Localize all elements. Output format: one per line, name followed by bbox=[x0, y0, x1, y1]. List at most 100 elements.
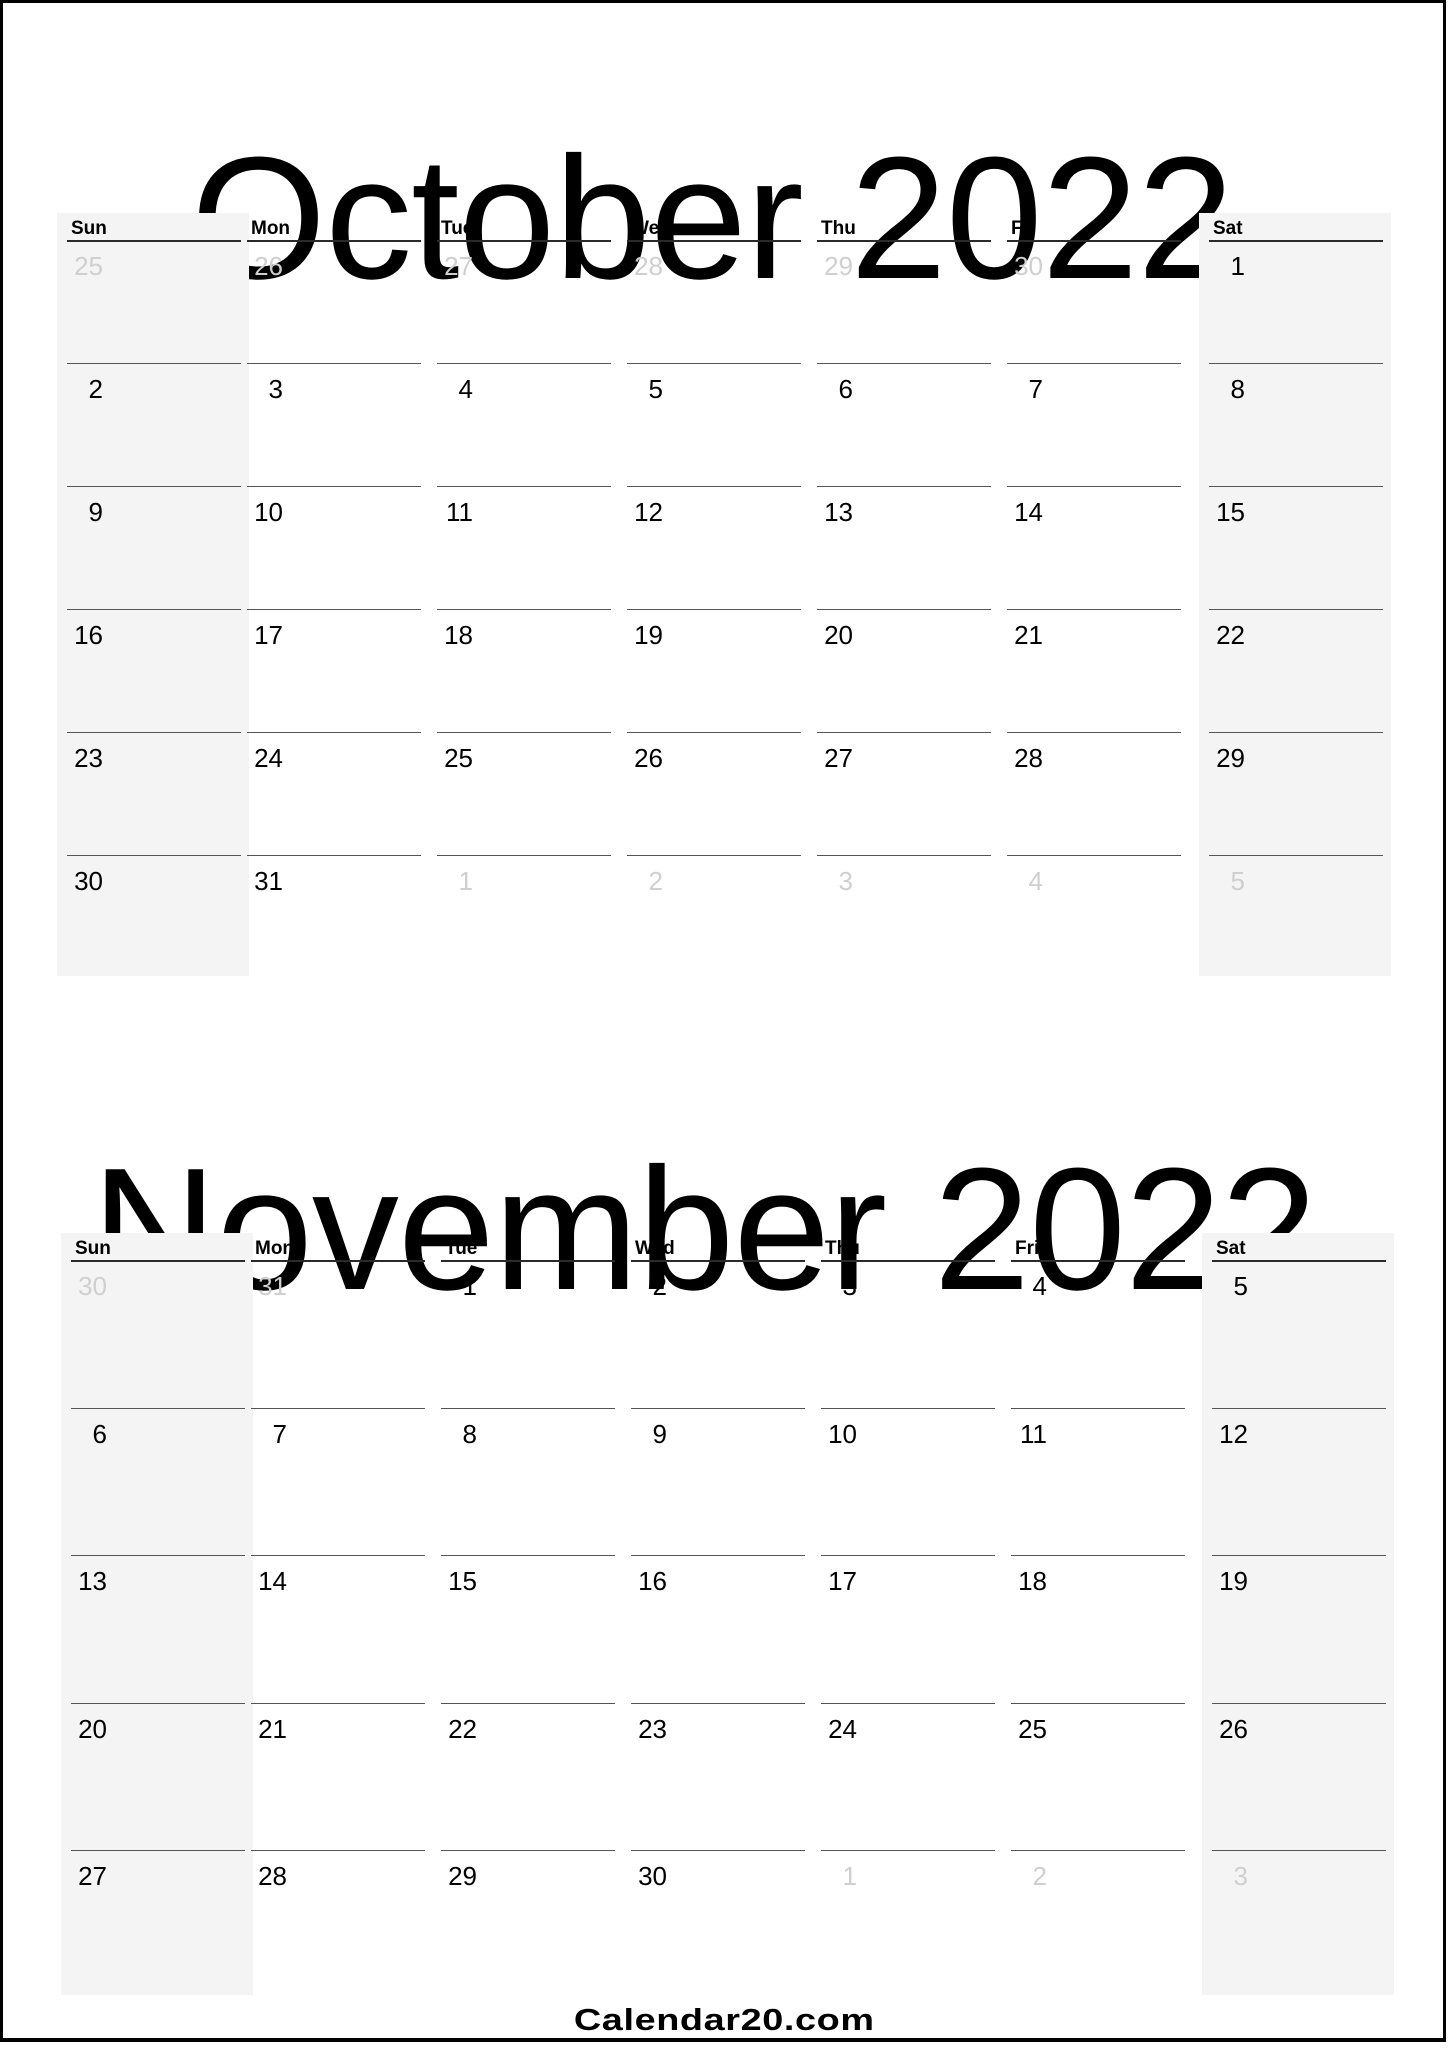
weekday-header-underline bbox=[67, 240, 241, 242]
day-cell-october-15: 15 bbox=[1216, 497, 1245, 527]
week-row-divider bbox=[437, 363, 611, 364]
day-cell-october-24: 24 bbox=[254, 743, 283, 773]
week-row-divider bbox=[1212, 1555, 1386, 1556]
day-cell-november-10: 10 bbox=[828, 1418, 857, 1449]
week-row-divider bbox=[631, 1555, 805, 1556]
weekday-header-underline bbox=[1007, 240, 1181, 242]
day-cell-october-9: 9 bbox=[88, 497, 103, 527]
weekday-header-sat: Sat bbox=[1213, 218, 1243, 239]
day-cell-november-5: 5 bbox=[1233, 1271, 1248, 1301]
week-row-divider bbox=[71, 1407, 245, 1409]
week-row-divider bbox=[631, 1702, 805, 1704]
day-cell-november-18: 18 bbox=[1018, 1566, 1047, 1596]
weekday-header-underline bbox=[627, 240, 801, 242]
weekday-header-thu: Thu bbox=[821, 218, 856, 239]
weekday-header-tue: Tue bbox=[445, 1238, 478, 1259]
adjacent-month-day: 31 bbox=[258, 1271, 287, 1301]
day-cell-november-21: 21 bbox=[258, 1713, 287, 1744]
weekday-header-underline bbox=[437, 240, 611, 242]
day-cell-november-22: 22 bbox=[448, 1713, 477, 1744]
day-cell-november-7: 7 bbox=[272, 1418, 287, 1449]
day-cell-november-30: 30 bbox=[638, 1861, 667, 1891]
week-row-divider bbox=[251, 1702, 425, 1704]
day-cell-november-4: 4 bbox=[1032, 1271, 1047, 1301]
weekday-header-underline bbox=[251, 1260, 425, 1262]
day-cell-october-20: 20 bbox=[824, 620, 853, 650]
week-row-divider bbox=[817, 732, 991, 733]
footer-site-name: Calendar20.com bbox=[0, 2004, 1448, 2035]
week-row-divider bbox=[437, 855, 611, 856]
day-cell-november-20: 20 bbox=[78, 1713, 107, 1744]
day-cell-october-13: 13 bbox=[824, 497, 853, 527]
day-cell-october-12: 12 bbox=[634, 497, 663, 527]
day-cell-november-9: 9 bbox=[652, 1418, 667, 1449]
week-row-divider bbox=[71, 1702, 245, 1704]
adjacent-month-day: 1 bbox=[458, 866, 473, 896]
day-cell-october-29: 29 bbox=[1216, 743, 1245, 773]
day-cell-october-27: 27 bbox=[824, 743, 853, 773]
day-cell-october-16: 16 bbox=[74, 620, 103, 650]
day-cell-november-17: 17 bbox=[828, 1566, 857, 1596]
week-row-divider bbox=[251, 1850, 425, 1851]
sunday-column-shade bbox=[57, 213, 249, 976]
day-cell-november-24: 24 bbox=[828, 1713, 857, 1744]
weekday-header-underline bbox=[821, 1260, 995, 1262]
week-row-divider bbox=[441, 1407, 615, 1409]
week-row-divider bbox=[627, 486, 801, 487]
weekday-header-fri: Fri bbox=[1011, 218, 1036, 239]
weekday-header-mon: Mon bbox=[251, 218, 291, 239]
adjacent-month-day: 30 bbox=[1014, 251, 1043, 281]
week-row-divider bbox=[1011, 1702, 1185, 1704]
day-cell-october-11: 11 bbox=[446, 497, 473, 527]
day-cell-november-1: 1 bbox=[462, 1271, 477, 1301]
day-cell-november-25: 25 bbox=[1018, 1713, 1047, 1744]
day-cell-november-8: 8 bbox=[462, 1418, 477, 1449]
adjacent-month-day: 2 bbox=[1032, 1861, 1047, 1891]
footer-text: Calendar20.com bbox=[573, 2002, 875, 2037]
day-cell-october-7: 7 bbox=[1028, 374, 1043, 404]
adjacent-month-day: 3 bbox=[1233, 1861, 1248, 1891]
weekday-header-fri: Fri bbox=[1015, 1238, 1040, 1259]
week-row-divider bbox=[67, 732, 241, 733]
week-row-divider bbox=[247, 486, 421, 487]
weekday-header-underline bbox=[1209, 240, 1383, 242]
day-cell-october-30: 30 bbox=[74, 866, 103, 896]
week-row-divider bbox=[441, 1555, 615, 1556]
week-row-divider bbox=[1011, 1850, 1185, 1851]
week-row-divider bbox=[1011, 1555, 1185, 1556]
week-row-divider bbox=[1212, 1702, 1386, 1704]
week-row-divider bbox=[247, 732, 421, 733]
week-row-divider bbox=[821, 1407, 995, 1409]
adjacent-month-day: 30 bbox=[78, 1271, 107, 1301]
week-row-divider bbox=[627, 855, 801, 856]
day-cell-october-10: 10 bbox=[254, 497, 283, 527]
week-row-divider bbox=[1209, 609, 1383, 610]
day-cell-november-6: 6 bbox=[92, 1418, 107, 1449]
day-cell-october-4: 4 bbox=[458, 374, 473, 404]
weekday-header-wed: Wed bbox=[635, 1238, 675, 1259]
weekday-header-underline bbox=[631, 1260, 805, 1262]
day-cell-october-28: 28 bbox=[1014, 743, 1043, 773]
day-cell-october-14: 14 bbox=[1014, 497, 1043, 527]
week-row-divider bbox=[627, 732, 801, 733]
week-row-divider bbox=[437, 732, 611, 733]
week-row-divider bbox=[817, 486, 991, 487]
week-row-divider bbox=[251, 1407, 425, 1409]
week-row-divider bbox=[1011, 1407, 1185, 1409]
day-cell-october-2: 2 bbox=[88, 374, 103, 404]
day-cell-november-11: 11 bbox=[1020, 1418, 1047, 1449]
weekday-header-underline bbox=[1011, 1260, 1185, 1262]
adjacent-month-day: 29 bbox=[824, 251, 853, 281]
week-row-divider bbox=[251, 1555, 425, 1556]
week-row-divider bbox=[437, 486, 611, 487]
week-row-divider bbox=[1209, 855, 1383, 856]
week-row-divider bbox=[1007, 732, 1181, 733]
day-cell-october-25: 25 bbox=[444, 743, 473, 773]
day-cell-october-3: 3 bbox=[268, 374, 283, 404]
weekday-header-underline bbox=[1212, 1260, 1386, 1262]
adjacent-month-day: 27 bbox=[444, 251, 473, 281]
weekday-header-underline bbox=[247, 240, 421, 242]
day-cell-november-12: 12 bbox=[1219, 1418, 1248, 1449]
week-row-divider bbox=[247, 609, 421, 610]
week-row-divider bbox=[67, 609, 241, 610]
